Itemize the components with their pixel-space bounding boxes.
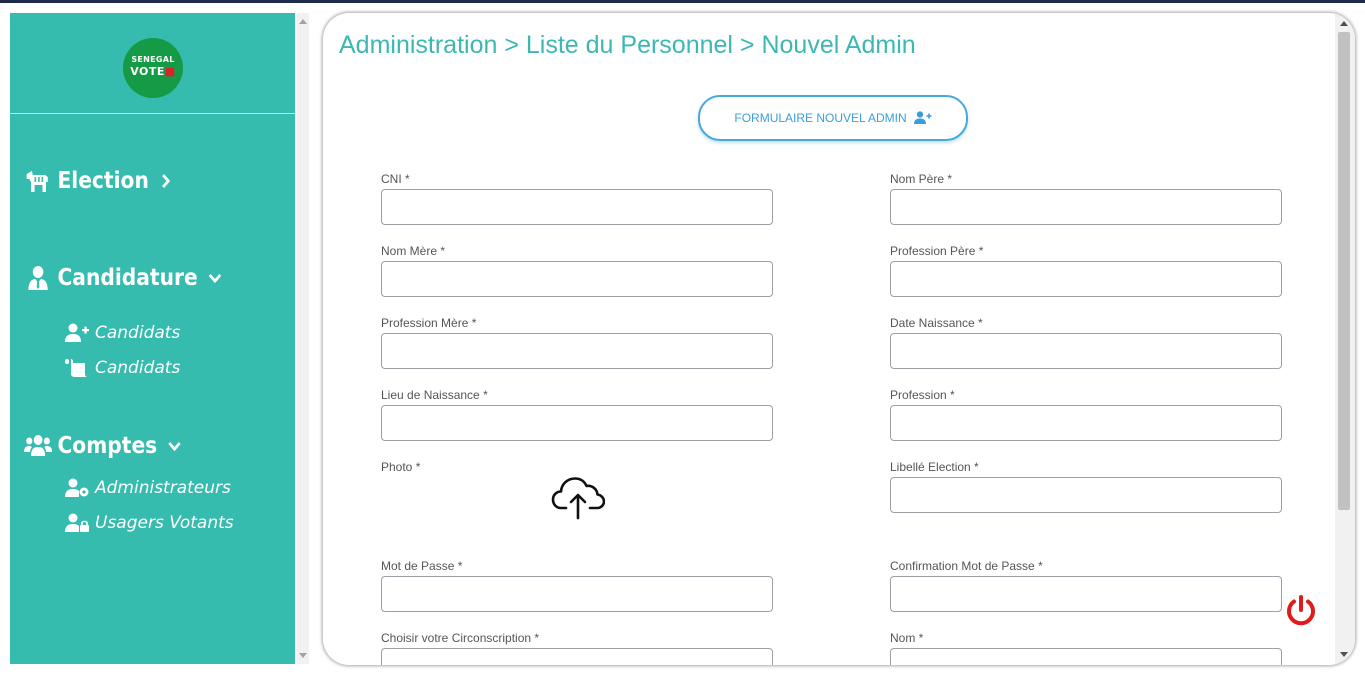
- sidebar-section-label: Candidature: [57, 265, 198, 291]
- profession-mere-label: Profession Mère *: [381, 316, 477, 330]
- logo-line2-text: VOTE: [130, 65, 165, 78]
- sidebar-item-label: Candidats: [95, 323, 181, 343]
- breadcrumb: Administration > Liste du Personnel > No…: [339, 31, 916, 59]
- cloud-upload-icon[interactable]: [551, 471, 606, 521]
- power-logout-icon[interactable]: [1284, 593, 1318, 627]
- scroll-down-arrow-icon[interactable]: [1340, 652, 1348, 657]
- nom-label: Nom *: [890, 631, 924, 645]
- nom-mere-label: Nom Mère *: [381, 244, 446, 258]
- mot-de-passe-label: Mot de Passe *: [381, 559, 463, 573]
- top-border: [0, 0, 1365, 3]
- sidebar-scrollbar[interactable]: [297, 13, 309, 664]
- lieu-naissance-label: Lieu de Naissance *: [381, 388, 488, 402]
- cni-label: CNI *: [381, 172, 410, 186]
- sidebar-divider: [10, 113, 295, 114]
- form-new-admin-button-label: FORMULAIRE NOUVEL ADMIN: [734, 111, 907, 125]
- lieu-naissance-input[interactable]: [381, 405, 773, 441]
- sidebar-item-label: Administrateurs: [95, 478, 231, 498]
- user-cog-icon: [64, 478, 90, 498]
- scroll-up-arrow-icon[interactable]: [299, 19, 307, 24]
- profession-input[interactable]: [890, 405, 1282, 441]
- confirmation-mot-de-passe-label: Confirmation Mot de Passe *: [890, 559, 1043, 573]
- profession-mere-input[interactable]: [381, 333, 773, 369]
- cni-input[interactable]: [381, 189, 773, 225]
- date-naissance-input[interactable]: [890, 333, 1282, 369]
- sidebar-item-candidats-list[interactable]: Candidats: [64, 355, 180, 381]
- user-plus-icon: [64, 323, 90, 343]
- libelle-election-label: Libellé Election *: [890, 460, 979, 474]
- user-tie-icon: [24, 265, 52, 291]
- photo-label: Photo *: [381, 460, 421, 474]
- mot-de-passe-input[interactable]: [381, 576, 773, 612]
- scroll-up-arrow-icon[interactable]: [1340, 21, 1348, 26]
- nom-mere-input[interactable]: [381, 261, 773, 297]
- circonscription-label: Choisir votre Circonscription *: [381, 631, 540, 645]
- scroll-icon: [64, 358, 90, 378]
- sidebar-item-label: Candidats: [95, 358, 181, 378]
- nom-input[interactable]: [890, 648, 1282, 665]
- sidebar-section-comptes[interactable]: Comptes: [24, 429, 182, 463]
- senegal-vote-logo[interactable]: SENEGAL VOTE■: [123, 38, 183, 98]
- form-new-admin-button[interactable]: FORMULAIRE NOUVEL ADMIN: [698, 95, 968, 141]
- nom-pere-input[interactable]: [890, 189, 1282, 225]
- sidebar-section-candidature[interactable]: Candidature: [24, 261, 222, 295]
- users-icon: [24, 433, 53, 459]
- profession-pere-label: Profession Père *: [890, 244, 984, 258]
- user-lock-icon: [64, 513, 90, 533]
- logo-ballot-mark: ■: [164, 65, 176, 78]
- chevron-right-icon: [159, 173, 173, 189]
- scrollbar-thumb[interactable]: [1338, 32, 1350, 510]
- logo-line1: SENEGAL: [131, 55, 175, 64]
- sidebar-item-label: Usagers Votants: [95, 513, 234, 533]
- nom-pere-label: Nom Père *: [890, 172, 953, 186]
- sidebar-section-election[interactable]: Election: [24, 164, 174, 198]
- date-naissance-label: Date Naissance *: [890, 316, 983, 330]
- scroll-down-arrow-icon[interactable]: [299, 653, 307, 658]
- sidebar-item-candidats-add[interactable]: Candidats: [64, 320, 180, 346]
- logo-line2: VOTE■: [123, 65, 183, 78]
- chevron-down-icon: [208, 270, 222, 286]
- main-scrollbar[interactable]: [1335, 13, 1355, 665]
- libelle-election-input[interactable]: [890, 477, 1282, 513]
- confirmation-mot-de-passe-input[interactable]: [890, 576, 1282, 612]
- circonscription-select[interactable]: [381, 648, 773, 665]
- sidebar-section-label: Comptes: [57, 433, 158, 459]
- profession-pere-input[interactable]: [890, 261, 1282, 297]
- user-plus-icon: [913, 111, 932, 125]
- sidebar-item-usagers-votants[interactable]: Usagers Votants: [64, 510, 234, 536]
- sidebar-item-administrateurs[interactable]: Administrateurs: [64, 475, 231, 501]
- profession-label: Profession *: [890, 388, 955, 402]
- chevron-down-icon: [168, 438, 182, 454]
- main-content-card: Administration > Liste du Personnel > No…: [323, 13, 1355, 665]
- sidebar-section-label: Election: [57, 168, 149, 194]
- donkey-icon: [24, 168, 52, 194]
- sidebar: SENEGAL VOTE■ Election Candidature Candi…: [10, 13, 295, 664]
